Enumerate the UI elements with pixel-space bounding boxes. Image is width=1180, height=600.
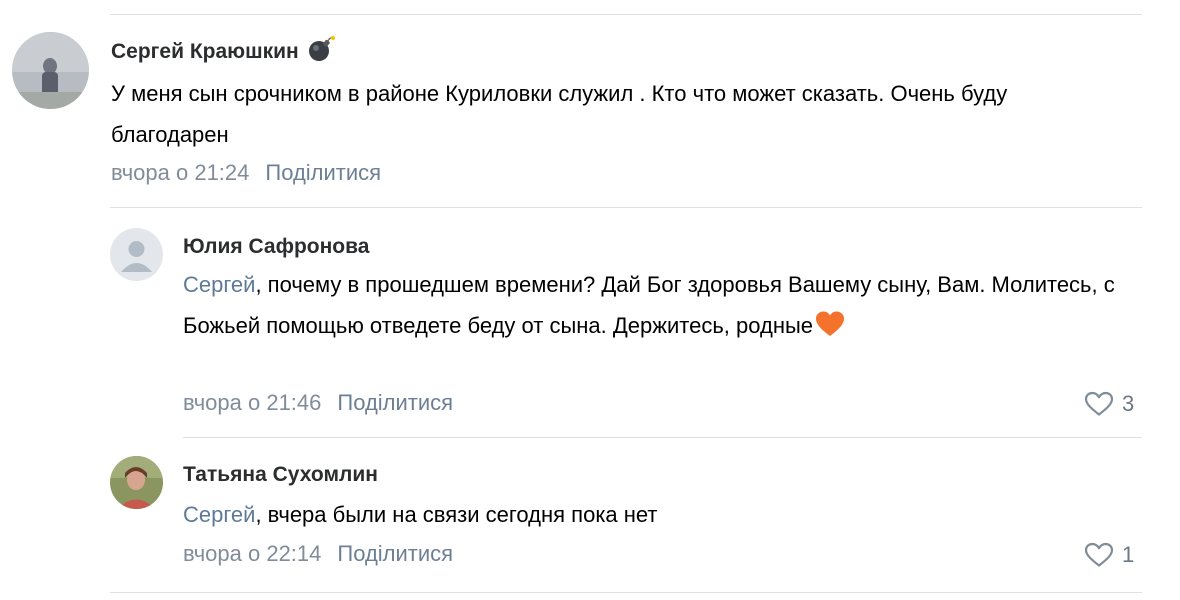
reply-text-body: , вчера были на связи сегодня пока нет — [255, 502, 658, 527]
reply-text: Сергей, почему в прошедшем времени? Дай … — [183, 264, 1118, 351]
like-button[interactable]: 1 — [1084, 542, 1134, 568]
divider-top — [110, 14, 1142, 15]
bomb-icon — [307, 35, 335, 69]
like-count: 1 — [1122, 542, 1135, 567]
share-button[interactable]: Поділитися — [265, 160, 381, 185]
comment-text: У меня сын срочником в районе Куриловки … — [111, 81, 1008, 147]
orange-heart-icon — [815, 310, 845, 351]
reply-date[interactable]: вчора о 21:46 — [183, 390, 321, 415]
mention-link[interactable]: Сергей — [183, 272, 255, 297]
author-name[interactable]: Сергей Краюшкин — [111, 40, 299, 64]
avatar-photo — [110, 456, 163, 509]
comment-author[interactable]: Сергей Краюшкин — [111, 35, 335, 69]
comment-date[interactable]: вчора о 21:24 — [111, 160, 249, 185]
avatar[interactable] — [110, 228, 163, 281]
default-avatar-icon — [110, 228, 163, 281]
avatar-photo — [12, 32, 89, 109]
like-button[interactable]: 3 — [1084, 391, 1134, 417]
reply-text: Сергей, вчера были на связи сегодня пока… — [183, 494, 1118, 535]
reply-meta: вчора о 22:14 Поділитися — [183, 541, 453, 567]
reply-meta: вчора о 21:46 Поділитися — [183, 390, 453, 416]
mention-link[interactable]: Сергей — [183, 502, 255, 527]
comment-meta: вчора о 21:24 Поділитися — [111, 160, 381, 186]
reply-author[interactable]: Татьяна Сухомлин — [183, 460, 378, 490]
share-button[interactable]: Поділитися — [337, 541, 453, 566]
avatar[interactable] — [12, 32, 89, 109]
heart-outline-icon — [1084, 542, 1114, 567]
like-count: 3 — [1122, 391, 1135, 416]
avatar[interactable] — [110, 456, 163, 509]
divider — [110, 207, 1142, 208]
divider — [183, 437, 1142, 438]
reply-author[interactable]: Юлия Сафронова — [183, 232, 369, 262]
divider-bottom — [110, 592, 1142, 593]
heart-outline-icon — [1084, 391, 1114, 416]
share-button[interactable]: Поділитися — [337, 390, 453, 415]
reply-date[interactable]: вчора о 22:14 — [183, 541, 321, 566]
reply-text-body: , почему в прошедшем времени? Дай Бог зд… — [183, 272, 1115, 338]
